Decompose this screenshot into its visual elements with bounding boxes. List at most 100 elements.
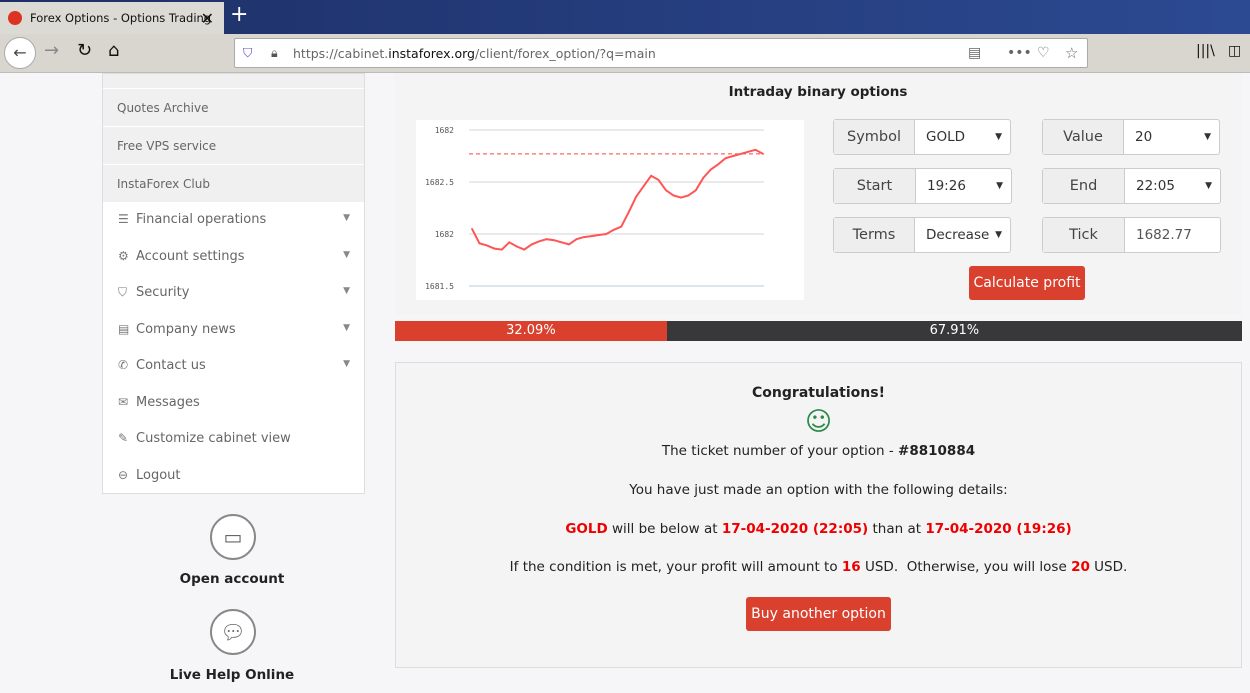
shield-icon: ⛉ xyxy=(243,45,253,60)
live-help-link[interactable]: Live Help Online xyxy=(132,667,332,683)
y-tick-label: 1682 xyxy=(435,126,454,135)
value-label: Value xyxy=(1043,120,1124,154)
sidebar-item-label: Messages xyxy=(136,394,200,410)
data-point xyxy=(538,240,540,243)
data-point xyxy=(695,189,697,192)
browser-tab[interactable]: Forex Options - Options Trading ✕ xyxy=(0,2,224,34)
terms-label: Terms xyxy=(834,218,915,252)
data-point xyxy=(515,245,518,248)
data-point xyxy=(620,225,623,228)
tick-value: 1682.77 xyxy=(1136,227,1192,243)
start-select[interactable]: Start 19:26 ▼ xyxy=(833,168,1012,204)
sidebar-item[interactable]: ⛉ Security ▼ xyxy=(103,275,364,312)
end-label: End xyxy=(1043,169,1125,203)
sidebar-item-label: Account settings xyxy=(136,248,245,264)
terms-value: Decrease xyxy=(926,227,990,243)
caret-down-icon: ▼ xyxy=(1205,181,1212,191)
more-icon[interactable]: ••• xyxy=(1007,45,1032,61)
value-select[interactable]: Value 20 ▼ xyxy=(1042,119,1220,155)
pocket-icon[interactable]: ♡ xyxy=(1037,45,1050,61)
data-point xyxy=(590,235,593,237)
data-point xyxy=(747,151,749,153)
details-intro: You have just made an option with the fo… xyxy=(629,482,1008,498)
caret-down-icon: ▼ xyxy=(996,181,1003,191)
data-point xyxy=(583,236,585,238)
start-value: 19:26 xyxy=(927,178,966,194)
calculate-profit-button[interactable]: Calculate profit xyxy=(969,266,1085,300)
logout-icon: ⊖ xyxy=(118,467,129,482)
sidebar-item-label: InstaForex Club xyxy=(117,177,210,191)
result-text: USD. Otherwise, you will lose xyxy=(860,559,1072,575)
sidebar-menu: Quotes Archive Free VPS service InstaForex… xyxy=(102,73,365,494)
options-panel: Intraday binary options 1682 1682.5 1682 16… xyxy=(395,73,1242,315)
sidebar-item[interactable]: ✆ Contact us ▼ xyxy=(103,348,364,385)
bookmark-star-icon[interactable]: ☆ xyxy=(1065,44,1078,62)
result-text: than at xyxy=(868,521,926,537)
smiley-icon: ☺ xyxy=(804,407,833,437)
sidebar-item[interactable]: Free VPS service xyxy=(103,126,364,164)
edit-icon: ✎ xyxy=(118,431,129,445)
caret-down-icon: ▼ xyxy=(995,230,1002,240)
tab-bar: Forex Options - Options Trading ✕ + xyxy=(0,0,1250,34)
data-point xyxy=(598,234,600,236)
sidebar-icon[interactable]: ◫ xyxy=(1228,43,1241,59)
sidebar-item[interactable]: ✉ Messages xyxy=(103,385,364,422)
price-chart: 1682 1682.5 1682 1681.5 xyxy=(416,120,804,300)
increase-share-bar: 67.91% xyxy=(666,321,1242,341)
result-panel: Congratulations! ☺ The ticket number of … xyxy=(395,362,1242,668)
ticket-number: #8810884 xyxy=(898,443,976,459)
sidebar-item-label: Financial operations xyxy=(136,212,267,227)
data-point xyxy=(605,233,608,235)
data-point xyxy=(732,155,734,157)
sidebar-item[interactable]: ☰ Financial operations ▼ xyxy=(103,202,364,239)
result-start-date: 17-04-2020 (19:26) xyxy=(925,521,1072,537)
data-point xyxy=(523,248,526,251)
sidebar-item[interactable]: ✎ Customize cabinet view xyxy=(103,421,364,458)
end-select[interactable]: End 22:05 ▼ xyxy=(1042,168,1221,204)
sidebar-item[interactable]: ⚙ Account settings ▼ xyxy=(103,239,364,276)
back-button[interactable]: ← xyxy=(4,37,36,69)
panel-title: Intraday binary options xyxy=(728,84,908,100)
url-bar[interactable]: ⛉ 🔒︎ https://cabinet. instaforex.org/clie… xyxy=(234,38,1088,68)
reader-view-icon[interactable]: ▤ xyxy=(968,45,981,61)
sidebar-item[interactable]: InstaForex Club xyxy=(103,164,364,202)
sidebar-item[interactable]: ▤ Company news ▼ xyxy=(103,312,364,349)
y-tick-label: 1682 xyxy=(435,230,454,239)
reload-button[interactable]: ↻ xyxy=(77,40,92,61)
data-point xyxy=(642,185,645,187)
end-value: 22:05 xyxy=(1136,178,1175,194)
symbol-select[interactable]: Symbol GOLD ▼ xyxy=(833,119,1011,155)
data-point xyxy=(508,241,511,244)
sidebar-item-label: Company news xyxy=(136,321,236,337)
data-point xyxy=(553,239,555,242)
tick-field[interactable]: Tick 1682.77 xyxy=(1042,217,1221,253)
new-tab-button[interactable]: + xyxy=(230,2,248,27)
data-point xyxy=(762,153,764,155)
sidebar-item-label: Customize cabinet view xyxy=(136,431,291,446)
result-text: If the condition is met, your profit wil… xyxy=(509,559,842,575)
caret-down-icon: ▼ xyxy=(343,286,350,296)
site-favicon-icon xyxy=(8,11,22,25)
data-point xyxy=(560,241,563,244)
result-text: USD. xyxy=(1089,559,1128,575)
data-point xyxy=(702,177,705,179)
symbol-value: GOLD xyxy=(926,129,966,145)
data-point xyxy=(709,168,712,171)
data-point xyxy=(680,196,682,199)
terms-select[interactable]: Terms Decrease ▼ xyxy=(833,217,1011,253)
sidebar-item[interactable]: ⊖ Logout xyxy=(103,458,364,495)
buy-another-option-button[interactable]: Buy another option xyxy=(746,597,891,631)
url-prefix: https://cabinet. xyxy=(293,45,389,61)
sidebar-item[interactable]: Quotes Archive xyxy=(103,88,364,126)
close-tab-icon[interactable]: ✕ xyxy=(201,9,214,28)
sidebar-item-label: Free VPS service xyxy=(117,139,217,153)
library-icon[interactable]: |||\ xyxy=(1196,43,1215,59)
data-point xyxy=(687,194,690,197)
profit-amount: 16 xyxy=(841,559,861,575)
chat-bubbles-icon[interactable]: 💬︎ xyxy=(210,609,256,655)
credit-card-icon[interactable]: ▭ xyxy=(210,514,256,560)
forward-button[interactable]: → xyxy=(44,40,59,61)
data-point xyxy=(530,243,533,246)
home-button[interactable]: ⌂ xyxy=(108,40,119,61)
open-account-link[interactable]: Open account xyxy=(132,571,332,587)
